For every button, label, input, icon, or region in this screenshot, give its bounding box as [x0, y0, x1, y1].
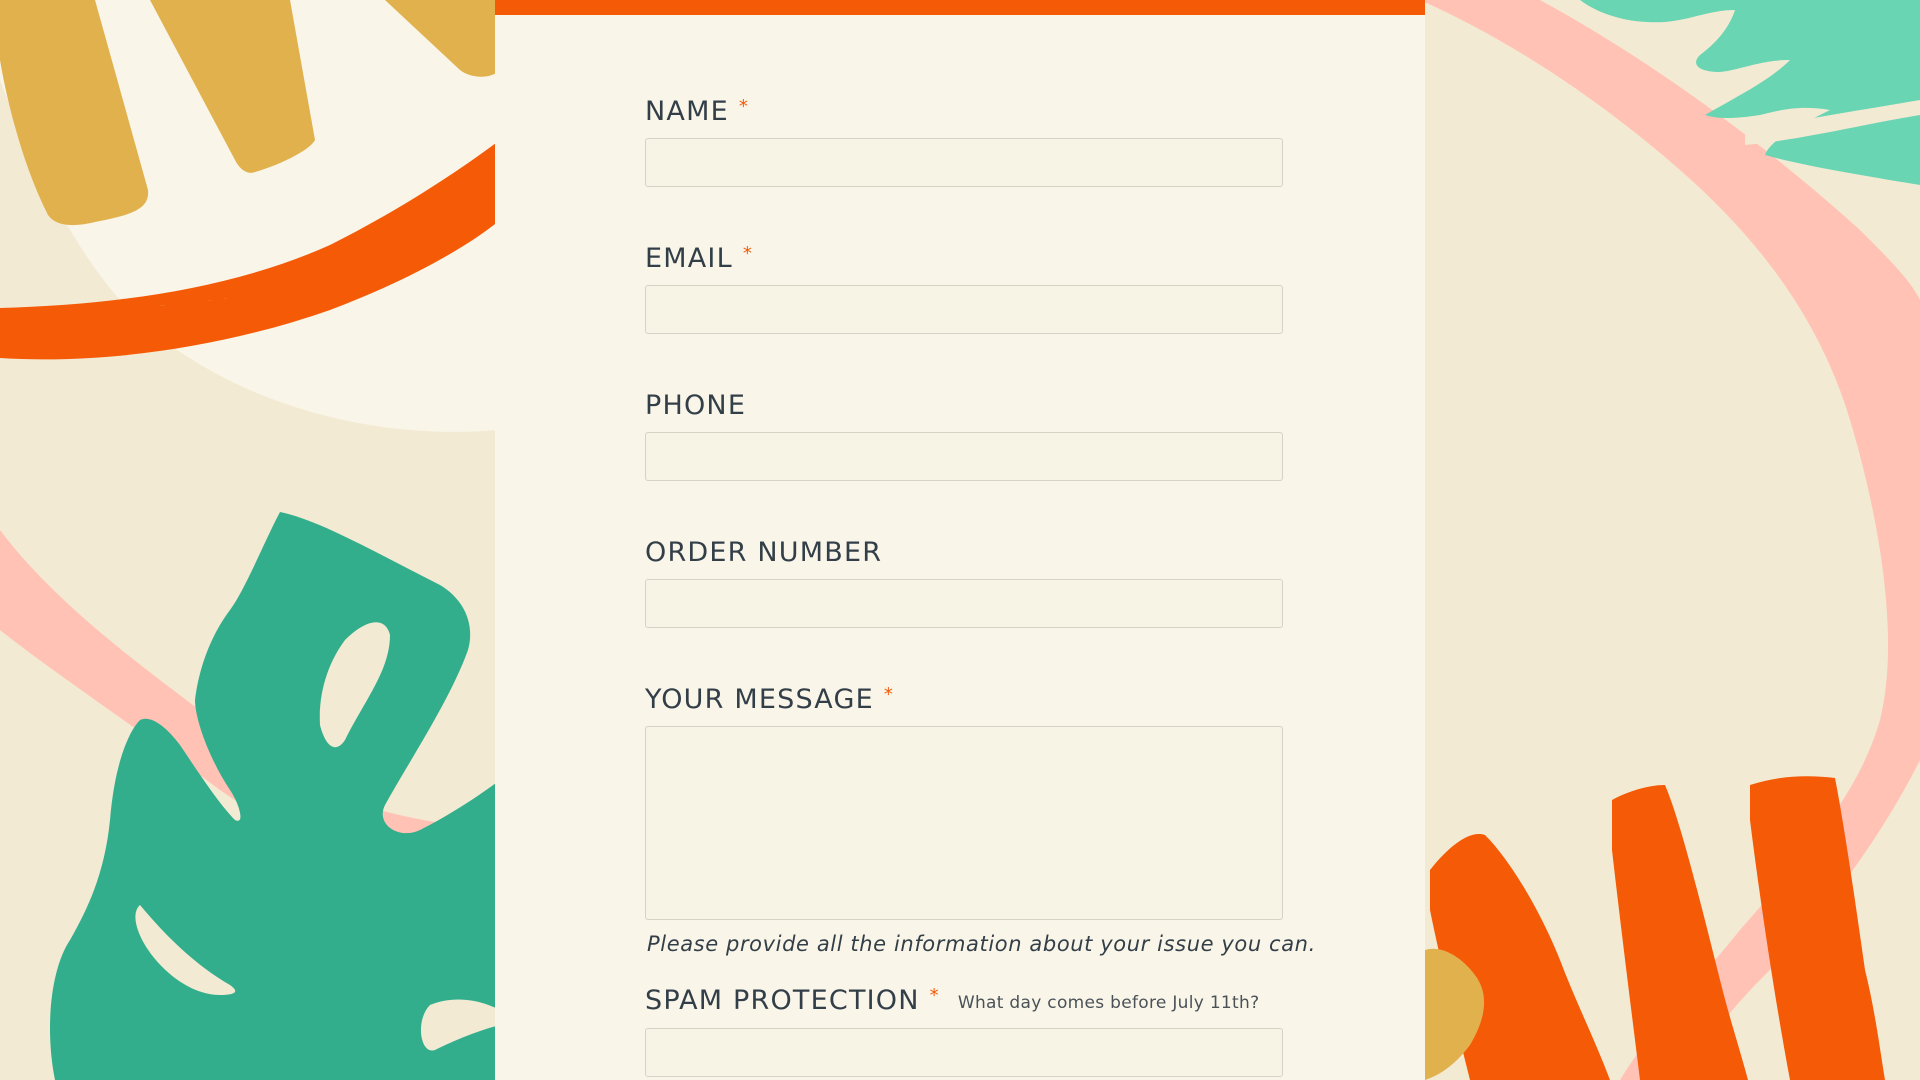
right-orange-leaf-2 — [1612, 785, 1748, 1080]
message-help-text: Please provide all the information about… — [647, 932, 1316, 956]
required-marker: * — [738, 96, 750, 117]
required-marker: * — [883, 684, 895, 705]
phone-label-text: PHONE — [645, 390, 747, 421]
name-input[interactable] — [645, 138, 1283, 187]
message-label-text: YOUR MESSAGE — [645, 684, 874, 715]
order-number-label: ORDER NUMBER — [645, 539, 882, 566]
contact-page: NAME * EMAIL * PHONE ORDER NUMBER YOUR MES… — [0, 0, 1920, 1080]
spam-protection-label-text: SPAM PROTECTION — [645, 985, 920, 1016]
name-label: NAME * — [645, 96, 750, 127]
spam-question-text: What day comes before July 11th? — [957, 993, 1260, 1013]
phone-input[interactable] — [645, 432, 1283, 481]
spam-protection-label: SPAM PROTECTION * What day comes before Ju… — [645, 985, 1260, 1016]
email-label-text: EMAIL — [645, 243, 733, 274]
message-textarea[interactable] — [645, 726, 1283, 920]
left-monstera-leaf — [50, 512, 500, 1080]
required-marker: * — [742, 243, 754, 264]
message-label: YOUR MESSAGE * — [645, 684, 895, 715]
email-label: EMAIL * — [645, 243, 754, 274]
order-number-label-text: ORDER NUMBER — [645, 537, 883, 568]
phone-label: PHONE — [645, 392, 746, 419]
contact-form-panel: NAME * EMAIL * PHONE ORDER NUMBER YOUR MES… — [495, 0, 1425, 1080]
email-input[interactable] — [645, 285, 1283, 334]
name-label-text: NAME — [645, 96, 729, 127]
form-accent-bar — [495, 0, 1425, 15]
spam-protection-input[interactable] — [645, 1028, 1283, 1077]
required-marker: * — [929, 985, 940, 1006]
order-number-input[interactable] — [645, 579, 1283, 628]
